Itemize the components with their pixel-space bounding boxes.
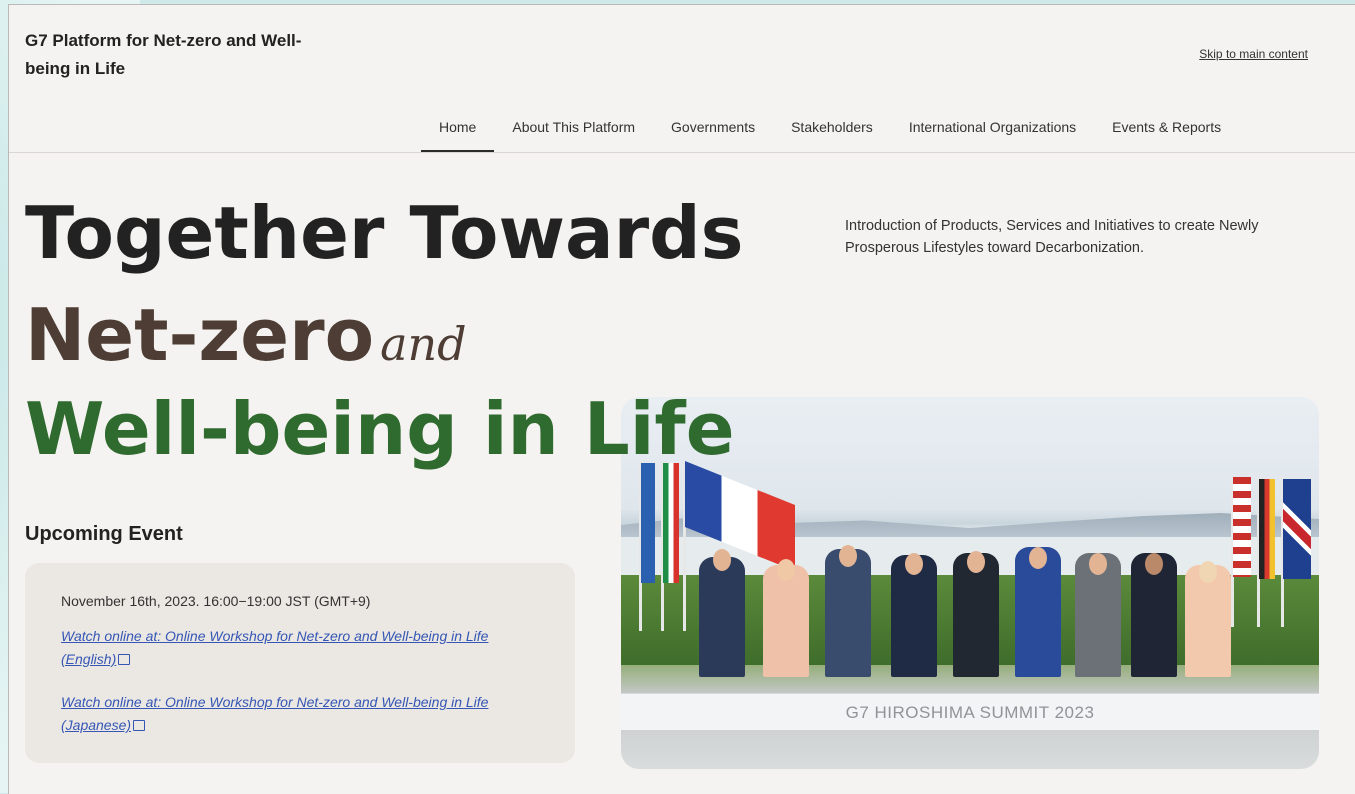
hero-heading-line-1: Together Towards [25,191,744,275]
person-head [1199,561,1217,583]
flag-france [685,461,795,571]
event-card: November 16th, 2023. 16:00−19:00 JST (GM… [25,563,575,763]
hero-net-zero: Net-zero [25,293,375,377]
person [763,565,809,677]
flag-usa [1233,477,1251,577]
external-link-icon [133,720,146,731]
hero-and: and [380,317,467,371]
skip-to-main-link[interactable]: Skip to main content [1199,47,1308,61]
external-link-icon [118,654,131,665]
hero-intro-text: Introduction of Products, Services and I… [845,218,1259,256]
person [699,557,745,677]
flag-germany [1259,479,1275,579]
upcoming-event-heading: Upcoming Event [25,523,183,545]
person-head [839,545,857,567]
nav-item-stakeholders[interactable]: Stakeholders [773,109,891,153]
hero-heading-line-3: Well-being in Life [25,387,735,471]
person [825,549,871,677]
flag-italy [663,463,679,583]
flag-uk [1283,479,1311,579]
person-head [1029,547,1047,569]
stage-banner-text: G7 HIROSHIMA SUMMIT 2023 [845,703,1095,722]
flag-left-1 [641,463,655,583]
nav-item-events-reports[interactable]: Events & Reports [1094,109,1239,153]
site-title[interactable]: G7 Platform for Net-zero and Well-being … [25,27,345,83]
person-head [713,549,731,571]
person-head [1145,553,1163,575]
nav-item-international-organizations[interactable]: International Organizations [891,109,1094,153]
event-date: November 16th, 2023. 16:00−19:00 JST (GM… [61,593,371,609]
nav-item-about[interactable]: About This Platform [494,109,653,153]
person-head [777,559,795,581]
page: G7 Platform for Net-zero and Well-being … [8,4,1355,794]
person-head [905,553,923,575]
nav-divider [9,152,1355,153]
hero-heading-line-2: Net-zero and [25,295,467,384]
person-head [967,551,985,573]
event-link-japanese-text[interactable]: Watch online at: Online Workshop for Net… [61,694,488,733]
event-link-english[interactable]: Watch online at: Online Workshop for Net… [61,625,531,671]
nav-item-home[interactable]: Home [421,109,495,153]
main-nav: Home About This Platform Governments Sta… [421,109,1239,153]
person-head [1089,553,1107,575]
event-link-japanese[interactable]: Watch online at: Online Workshop for Net… [61,691,531,737]
nav-item-governments[interactable]: Governments [653,109,773,153]
